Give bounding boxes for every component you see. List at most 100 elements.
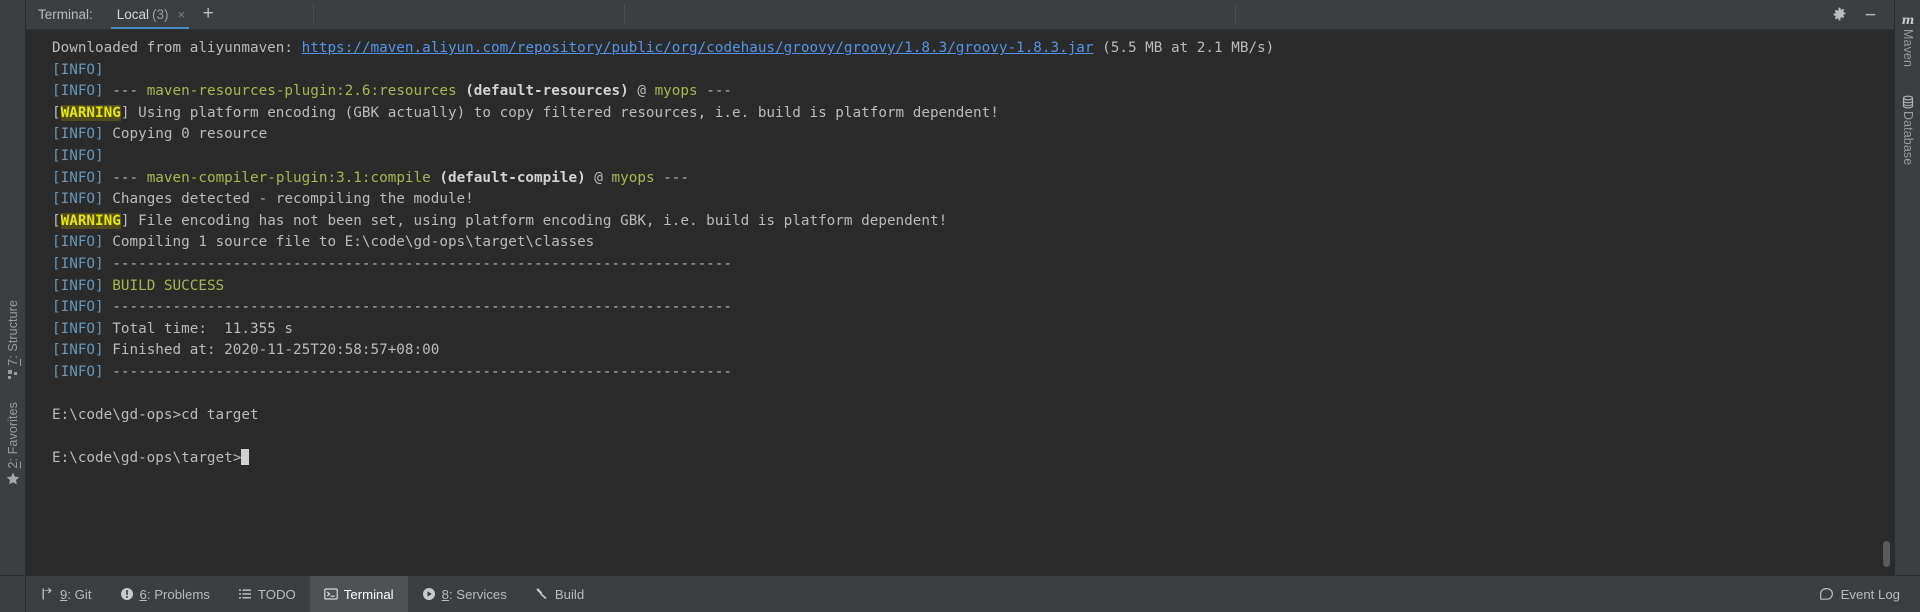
status-item-todo-label: TODO — [257, 586, 296, 602]
console-line: [WARNING] File encoding has not been set… — [52, 211, 1880, 233]
header-gap-2 — [625, 0, 1235, 29]
console-text: [INFO] — [52, 126, 104, 143]
right-tool-rail: m Maven Database — [1894, 0, 1920, 575]
console-text: maven-compiler-plugin:3.1:compile — [146, 169, 431, 186]
status-item-git[interactable]: 9: Git — [26, 576, 106, 612]
console-text: Copying 0 resource — [103, 126, 268, 143]
console-text: --- — [103, 83, 147, 100]
tab-local[interactable]: Local (3) × — [107, 0, 193, 29]
rail-item-maven-label: Maven — [1901, 29, 1915, 68]
minimize-icon[interactable] — [1863, 7, 1878, 22]
console-text: [INFO] — [52, 363, 104, 380]
console-text: myops — [654, 83, 698, 100]
services-mnemonic: 8 — [441, 586, 449, 602]
terminal-header-actions — [1822, 0, 1894, 29]
todo-list-icon — [238, 587, 252, 601]
terminal-output[interactable]: Downloaded from aliyunmaven: https://mav… — [26, 30, 1880, 575]
console-link[interactable]: https://maven.aliyun.com/repository/publ… — [302, 40, 1094, 56]
rail-item-database-label: Database — [1901, 111, 1915, 166]
header-gap-1 — [314, 0, 624, 29]
status-item-problems[interactable]: 6: Problems — [106, 576, 224, 612]
console-text: (default-resources) — [465, 83, 629, 100]
console-text: Compiling 1 source file to E:\code\gd-op… — [103, 234, 595, 251]
console-line: Downloaded from aliyunmaven: https://mav… — [52, 38, 1880, 60]
rail-item-maven[interactable]: m Maven — [1895, 2, 1920, 76]
rail-item-favorites-label: 2: Favorites — [6, 402, 20, 469]
console-text: [INFO] — [52, 83, 104, 100]
tab-local-count: (3) — [152, 7, 169, 22]
console-text: [INFO] — [52, 277, 104, 294]
maven-icon: m — [1901, 13, 1915, 27]
console-line: [INFO] Compiling 1 source file to E:\cod… — [52, 232, 1880, 254]
status-item-event-log-label: Event Log — [1840, 586, 1900, 602]
console-text: ----------------------------------------… — [103, 363, 733, 380]
rail-structure-mnemonic: 7 — [6, 358, 20, 366]
console-text: ] Using platform encoding (GBK actually)… — [120, 104, 999, 121]
console-line: [INFO] — [52, 60, 1880, 82]
status-bar: 9: Git 6: Problems TODO Terminal 8: Serv… — [0, 575, 1920, 612]
add-tab-button[interactable]: + — [193, 0, 223, 29]
status-item-event-log[interactable]: Event Log — [1819, 576, 1920, 612]
database-icon — [1901, 95, 1915, 109]
console-line: [INFO] — [52, 146, 1880, 168]
git-text: : Git — [67, 586, 92, 602]
console-line: [INFO] ---------------------------------… — [52, 297, 1880, 319]
star-icon — [6, 472, 20, 486]
console-text: [INFO] — [52, 169, 104, 186]
console-line: [WARNING] Using platform encoding (GBK a… — [52, 103, 1880, 125]
structure-icon — [7, 369, 19, 381]
console-text: Downloaded from aliyunmaven: — [52, 40, 302, 56]
console-line: E:\code\gd-ops>cd target — [52, 405, 1880, 427]
console-line: [INFO] Total time: 11.355 s — [52, 319, 1880, 341]
rail-item-favorites[interactable]: 2: Favorites — [0, 392, 25, 496]
console-text: [INFO] — [52, 299, 104, 316]
status-bar-left-pad — [0, 576, 26, 612]
console-text: [INFO] — [52, 147, 104, 164]
rail-item-structure-label: 7: Structure — [6, 300, 20, 366]
rail-structure-text: : Structure — [6, 299, 20, 359]
console-text: [INFO] — [52, 191, 104, 208]
rail-item-structure[interactable]: 7: Structure — [0, 288, 25, 393]
rail-favorites-text: : Favorites — [6, 401, 20, 462]
tab-local-label: Local — [116, 7, 150, 22]
console-text: E:\code\gd-ops\target> — [52, 450, 242, 467]
console-text: ] File encoding has not been set, using … — [120, 212, 948, 229]
console-text: (5.5 MB at 2.1 MB/s) — [1093, 40, 1275, 56]
console-text: WARNING — [60, 212, 121, 229]
console-text: WARNING — [60, 104, 121, 121]
status-item-services[interactable]: 8: Services — [408, 576, 521, 612]
services-play-icon — [422, 587, 436, 601]
terminal-console-area[interactable]: Downloaded from aliyunmaven: https://mav… — [26, 30, 1894, 575]
console-text: maven-resources-plugin:2.6:resources — [146, 83, 457, 100]
services-text: : Services — [448, 586, 507, 602]
status-item-build-label: Build — [554, 586, 585, 602]
console-scrollbar[interactable] — [1881, 30, 1892, 575]
event-log-icon — [1819, 587, 1834, 602]
status-item-build[interactable]: Build — [521, 576, 598, 612]
console-text: @ — [628, 83, 655, 100]
status-item-todo[interactable]: TODO — [224, 576, 310, 612]
console-line: [INFO] Changes detected - recompiling th… — [52, 189, 1880, 211]
status-item-terminal[interactable]: Terminal — [309, 576, 408, 612]
console-text: --- — [103, 169, 147, 186]
console-text: [INFO] — [52, 61, 104, 78]
console-text: --- — [697, 83, 733, 100]
console-text: --- — [654, 169, 689, 186]
terminal-tab-bar: Terminal: Local (3) × + — [26, 0, 1894, 30]
console-text: [INFO] — [52, 342, 104, 359]
console-text: ----------------------------------------… — [103, 299, 733, 316]
svg-text:m: m — [1902, 13, 1915, 27]
console-line: [INFO] --- maven-compiler-plugin:3.1:com… — [52, 168, 1880, 190]
close-icon[interactable]: × — [178, 8, 186, 21]
scrollbar-thumb[interactable] — [1883, 541, 1890, 567]
terminal-icon — [323, 587, 338, 601]
rail-item-database[interactable]: Database — [1895, 80, 1920, 178]
console-line: [INFO] Copying 0 resource — [52, 124, 1880, 146]
console-text: Total time: 11.355 s — [103, 320, 294, 337]
gear-icon[interactable] — [1832, 7, 1847, 22]
console-text: [INFO] — [52, 234, 104, 251]
console-line: [INFO] ---------------------------------… — [52, 362, 1880, 384]
console-line: E:\code\gd-ops\target> — [52, 448, 1880, 470]
